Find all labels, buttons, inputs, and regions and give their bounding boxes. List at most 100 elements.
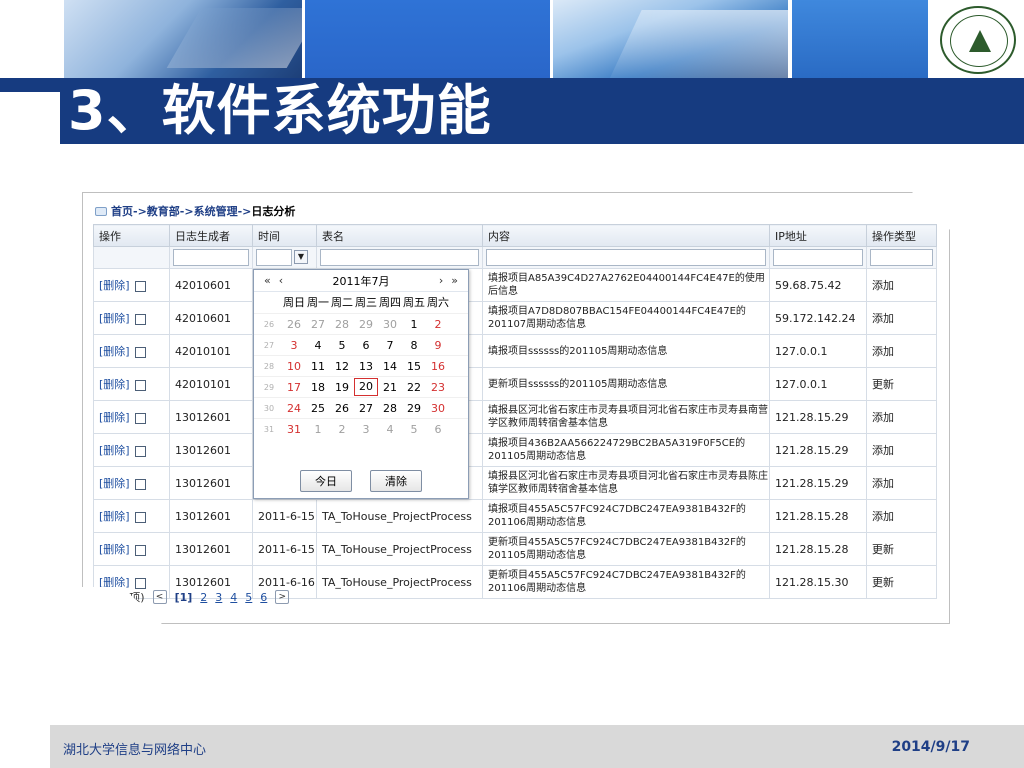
prev-year-icon[interactable]: « [264, 274, 271, 287]
row-checkbox[interactable] [134, 346, 146, 358]
user-cell: 13012601 [169, 433, 253, 467]
filter-cell [769, 246, 867, 269]
pager-link[interactable]: 3 [215, 591, 222, 604]
pager-link[interactable]: 2 [200, 591, 207, 604]
column-header[interactable]: 操作 [93, 224, 170, 247]
calendar-day[interactable]: 18 [306, 381, 330, 394]
delete-link[interactable]: [删除] [99, 477, 130, 490]
calendar-day[interactable]: 3 [282, 339, 306, 352]
calendar-day[interactable]: 5 [330, 339, 354, 352]
calendar-day[interactable]: 21 [378, 381, 402, 394]
calendar-day[interactable]: 9 [426, 339, 450, 352]
calendar-day[interactable]: 1 [402, 318, 426, 331]
delete-link[interactable]: [删除] [99, 576, 130, 589]
calendar-day[interactable]: 4 [378, 423, 402, 436]
delete-link[interactable]: [删除] [99, 345, 130, 358]
calendar-day[interactable]: 10 [282, 360, 306, 373]
row-checkbox[interactable] [134, 313, 146, 325]
calendar-day[interactable]: 8 [402, 339, 426, 352]
calendar-day[interactable]: 1 [306, 423, 330, 436]
calendar-day[interactable]: 4 [306, 339, 330, 352]
column-header[interactable]: 日志生成者 [169, 224, 253, 247]
prev-page-icon[interactable]: < [152, 590, 167, 604]
filter-op-input[interactable] [870, 249, 933, 266]
row-checkbox[interactable] [134, 379, 146, 391]
calendar-day[interactable]: 22 [402, 381, 426, 394]
next-year-icon[interactable]: » [451, 274, 458, 287]
breadcrumb-edu[interactable]: 教育部 [147, 203, 180, 219]
calendar-day[interactable]: 17 [282, 381, 306, 394]
calendar-day[interactable]: 29 [402, 402, 426, 415]
column-header[interactable]: IP地址 [769, 224, 867, 247]
calendar-day[interactable]: 16 [426, 360, 450, 373]
calendar-day[interactable]: 28 [378, 402, 402, 415]
table-row: [删除] 13012601 填报项目436B2AA566224729BC2BA5A3… [93, 433, 937, 467]
filter-time-input[interactable] [256, 249, 292, 266]
calendar-day[interactable]: 3 [354, 423, 378, 436]
calendar-day[interactable]: 2 [330, 423, 354, 436]
delete-link[interactable]: [删除] [99, 411, 130, 424]
table-row: [删除] 42010101 更新项目ssssss的201105周期动态信息 127.0… [93, 367, 937, 401]
calendar-day[interactable]: 13 [354, 360, 378, 373]
calendar-day[interactable]: 24 [282, 402, 306, 415]
calendar-day[interactable]: 11 [306, 360, 330, 373]
calendar-day[interactable]: 6 [426, 423, 450, 436]
calendar-day[interactable]: 26 [330, 402, 354, 415]
row-checkbox[interactable] [134, 412, 146, 424]
pager-current[interactable]: [1] [175, 591, 193, 604]
calendar-day[interactable]: 12 [330, 360, 354, 373]
calendar-day[interactable]: 29 [354, 318, 378, 331]
pager-link[interactable]: 5 [245, 591, 252, 604]
calendar-day[interactable]: 27 [306, 318, 330, 331]
calendar-day[interactable]: 26 [282, 318, 306, 331]
prev-month-icon[interactable]: ‹ [279, 274, 283, 287]
column-header[interactable]: 表名 [316, 224, 483, 247]
calendar-day[interactable]: 28 [330, 318, 354, 331]
next-page-icon[interactable]: > [275, 590, 290, 604]
delete-link[interactable]: [删除] [99, 312, 130, 325]
delete-link[interactable]: [删除] [99, 510, 130, 523]
pager-link[interactable]: 6 [260, 591, 267, 604]
column-header[interactable]: 时间 [252, 224, 317, 247]
next-month-icon[interactable]: › [439, 274, 443, 287]
filter-ip-input[interactable] [773, 249, 863, 266]
filter-cell [866, 246, 937, 269]
today-button[interactable]: 今日 [300, 470, 352, 492]
column-header[interactable]: 操作类型 [866, 224, 937, 247]
calendar-day[interactable]: 30 [378, 318, 402, 331]
calendar-day[interactable]: 15 [402, 360, 426, 373]
calendar-day[interactable]: 14 [378, 360, 402, 373]
calendar-day[interactable]: 20 [354, 378, 378, 396]
row-checkbox[interactable] [134, 577, 146, 589]
delete-link[interactable]: [删除] [99, 444, 130, 457]
calendar-day[interactable]: 2 [426, 318, 450, 331]
calendar-day[interactable]: 23 [426, 381, 450, 394]
breadcrumb-sys[interactable]: 系统管理 [194, 203, 238, 219]
delete-link[interactable]: [删除] [99, 543, 130, 556]
calendar-day[interactable]: 30 [426, 402, 450, 415]
calendar-day[interactable]: 19 [330, 381, 354, 394]
row-checkbox[interactable] [134, 544, 146, 556]
row-checkbox[interactable] [134, 478, 146, 490]
filter-table-input[interactable] [320, 249, 479, 266]
header-photo-blue [305, 0, 550, 78]
delete-link[interactable]: [删除] [99, 279, 130, 292]
op-cell: 添加 [866, 334, 937, 368]
pager-link[interactable]: 4 [230, 591, 237, 604]
calendar-day[interactable]: 25 [306, 402, 330, 415]
delete-link[interactable]: [删除] [99, 378, 130, 391]
calendar-day[interactable]: 6 [354, 339, 378, 352]
breadcrumb-home[interactable]: 首页 [111, 203, 133, 219]
calendar-day[interactable]: 31 [282, 423, 306, 436]
calendar-day[interactable]: 27 [354, 402, 378, 415]
filter-content-input[interactable] [486, 249, 766, 266]
row-checkbox[interactable] [134, 511, 146, 523]
row-checkbox[interactable] [134, 280, 146, 292]
calendar-day[interactable]: 7 [378, 339, 402, 352]
chevron-down-icon[interactable]: ▼ [294, 250, 308, 264]
column-header[interactable]: 内容 [482, 224, 770, 247]
clear-button[interactable]: 清除 [370, 470, 422, 492]
calendar-day[interactable]: 5 [402, 423, 426, 436]
filter-user-input[interactable] [173, 249, 249, 266]
row-checkbox[interactable] [134, 445, 146, 457]
